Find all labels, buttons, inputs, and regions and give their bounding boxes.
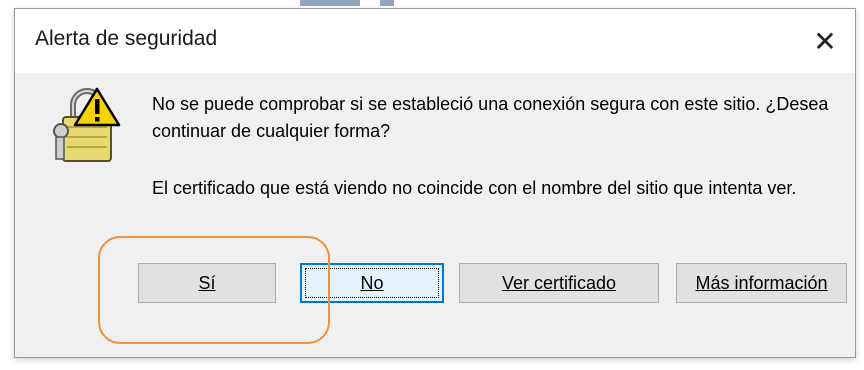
certificate-message: El certificado que está viendo no coinci… bbox=[152, 178, 797, 198]
background-fragment bbox=[380, 0, 394, 6]
yes-button[interactable]: Sí bbox=[138, 263, 276, 303]
no-button[interactable]: No bbox=[300, 263, 444, 303]
more-info-button[interactable]: Más información bbox=[676, 263, 847, 303]
view-certificate-label: Ver certificado bbox=[501, 272, 617, 293]
view-certificate-button[interactable]: Ver certificado bbox=[459, 263, 659, 303]
dialog-title: Alerta de seguridad bbox=[35, 27, 218, 50]
close-button[interactable]: ✕ bbox=[795, 9, 855, 73]
warning-message: No se puede comprobar si se estableció u… bbox=[152, 94, 829, 141]
security-alert-dialog: Alerta de seguridad ✕ No se puede compro… bbox=[14, 8, 856, 358]
security-lock-warning-icon bbox=[51, 87, 123, 169]
title-bar: Alerta de seguridad ✕ bbox=[15, 9, 855, 73]
background-fragment bbox=[300, 0, 360, 6]
yes-button-label: Sí bbox=[198, 272, 216, 293]
more-info-label: Más información bbox=[695, 272, 828, 293]
focus-rectangle bbox=[305, 268, 439, 298]
